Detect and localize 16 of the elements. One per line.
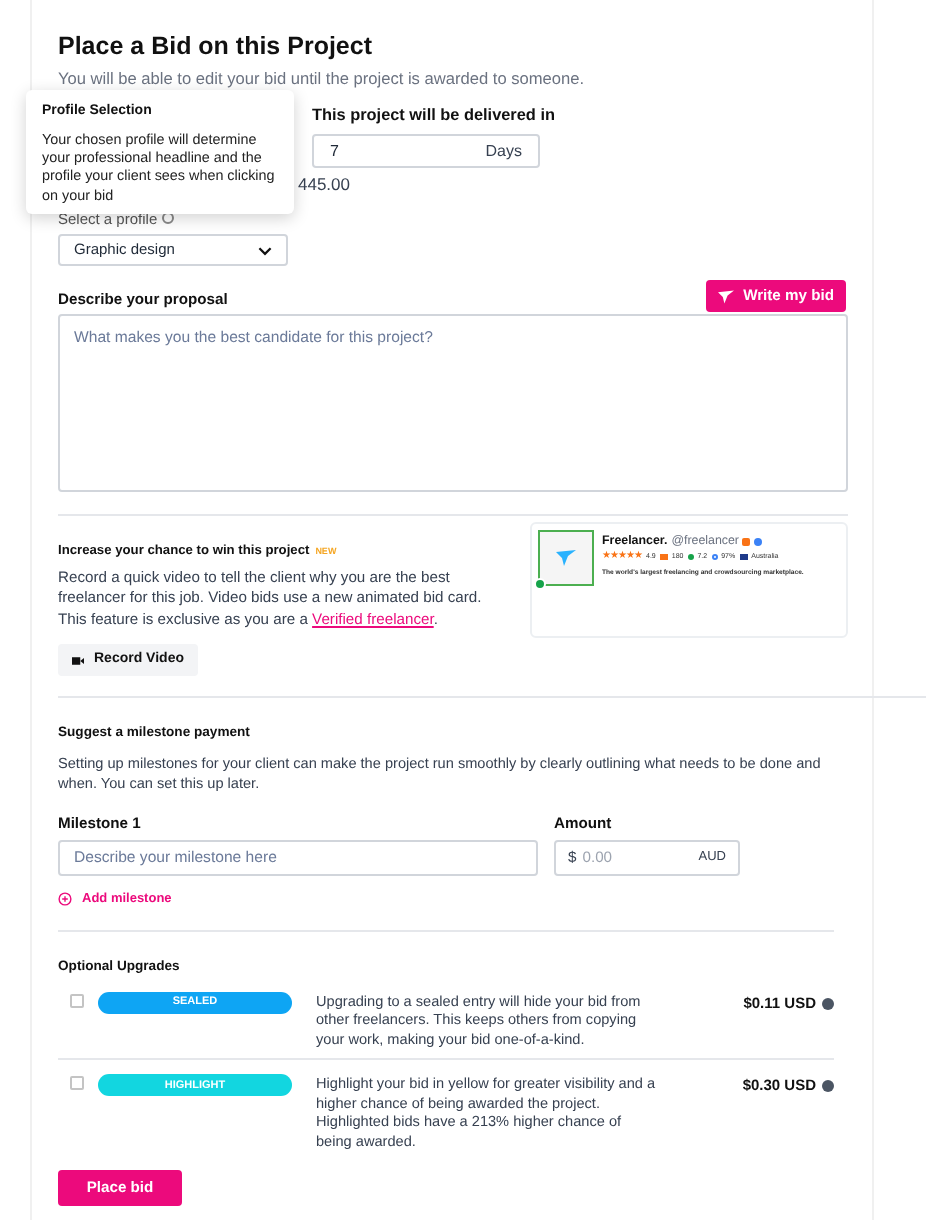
- upgrade-checkbox[interactable]: [70, 993, 84, 1008]
- bid-amount: 445.00: [298, 171, 350, 197]
- field-value: 7: [330, 139, 339, 164]
- chevron-down-icon: [258, 245, 272, 255]
- delivery-field[interactable]: 7 Days: [312, 134, 540, 169]
- info-icon: [822, 997, 834, 1010]
- logo-avatar: [538, 530, 594, 586]
- info-icon: [822, 1080, 834, 1093]
- add-circle-icon: [58, 892, 72, 907]
- subtitle: You will be able to edit your bid until the project is awarded to someone.: [58, 67, 587, 88]
- video-camera-icon: [72, 655, 84, 666]
- field-label: This project will be delivered in: [312, 103, 555, 128]
- flag-icon: [739, 554, 748, 561]
- page-title: Place a Bid on this Project: [58, 30, 374, 64]
- upgrade-checkbox[interactable]: [70, 1076, 84, 1091]
- field-unit: Days: [485, 139, 522, 164]
